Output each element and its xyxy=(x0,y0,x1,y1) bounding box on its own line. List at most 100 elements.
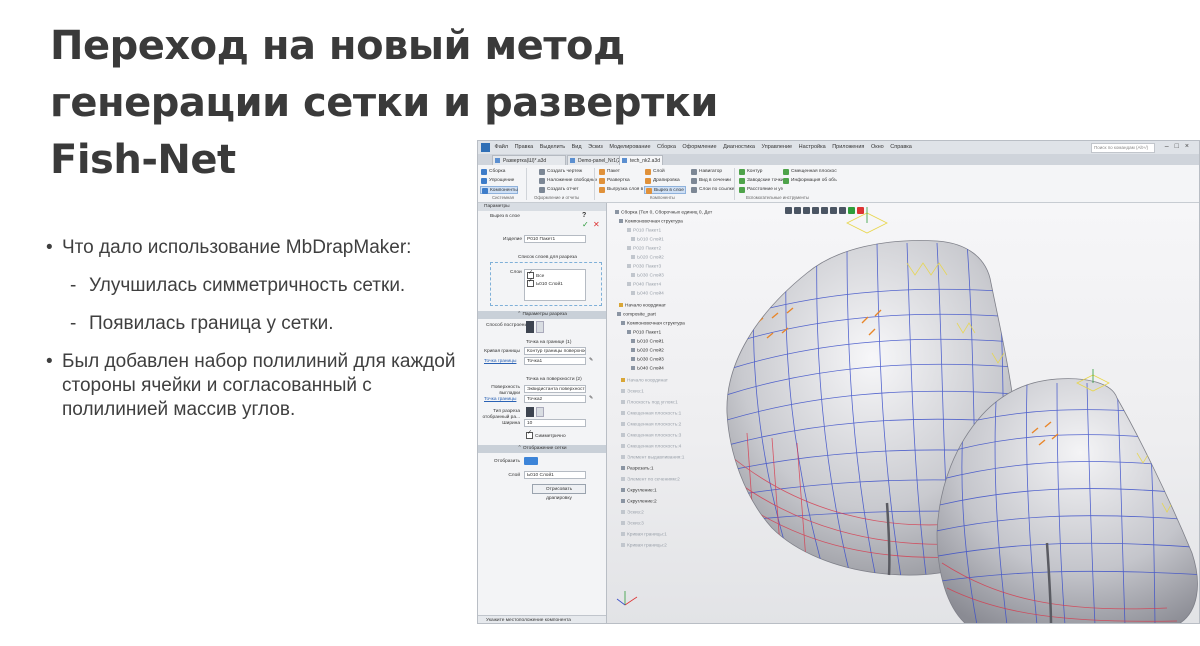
layer-1-option[interactable]: Ь010 Слой1 xyxy=(527,278,563,288)
pan-icon[interactable] xyxy=(803,207,810,214)
tree-item[interactable]: Р030 Пакет3 xyxy=(627,264,661,270)
tree-item[interactable]: Сборка (Тел 0, Сборочных единиц 0, Дет xyxy=(615,210,712,216)
tab-document-1[interactable]: Развертка(Ш)*.a3d xyxy=(492,155,566,165)
cancel-x-icon[interactable]: ✕ xyxy=(593,221,600,229)
symmetry-checkbox[interactable] xyxy=(526,430,533,439)
ribbon-contour-button[interactable]: Контур xyxy=(738,168,762,176)
zoom-icon[interactable] xyxy=(794,207,801,214)
window-controls[interactable]: –□× xyxy=(1165,143,1195,151)
ribbon-layer-button[interactable]: Слой xyxy=(644,168,665,176)
ribbon-section-view-button[interactable]: Вид в сечении xyxy=(690,177,731,185)
ribbon-assembly-button[interactable]: Сборка xyxy=(480,168,505,176)
tree-item[interactable]: Элемент по сечениям:2 xyxy=(621,477,680,483)
tree-item[interactable]: Ь030 Слой3 xyxy=(631,273,664,279)
tree-item[interactable]: Начало координат xyxy=(619,303,666,309)
ribbon-navigator-button[interactable]: Навигатор xyxy=(690,168,722,176)
cut-type-option-1-icon[interactable] xyxy=(526,407,534,417)
symmetry-option[interactable]: Симметрично xyxy=(526,430,566,440)
menu-item-manage[interactable]: Управление xyxy=(762,141,793,154)
section-icon[interactable] xyxy=(830,207,837,214)
menu-item-modeling[interactable]: Моделирование xyxy=(609,141,650,154)
curve-field[interactable]: Контур границы поверхности xyxy=(524,347,586,355)
tab-document-2[interactable]: Demo-panel_Nr1(2)... xyxy=(567,155,627,165)
ribbon-object-info-button[interactable]: Информация об объекте xyxy=(782,177,837,185)
ribbon-components-button[interactable]: Компоненты xyxy=(480,186,518,194)
rotate-icon[interactable] xyxy=(812,207,819,214)
ribbon-layers-by-link-button[interactable]: Слои по ссылке xyxy=(690,186,734,194)
tree-item[interactable]: Эскиз:3 xyxy=(621,521,644,527)
help-icon[interactable]: ? xyxy=(582,212,586,219)
redraw-draping-button[interactable]: Отрисовать драпировку xyxy=(532,484,586,501)
tree-item[interactable]: Начало координат xyxy=(621,378,668,384)
ribbon-distance-angle-button[interactable]: Расстояние и угол xyxy=(738,186,783,194)
tree-item[interactable]: Скругление:2 xyxy=(621,499,657,505)
menu-item-sketch[interactable]: Эскиз xyxy=(588,141,603,154)
menu-item-assembly[interactable]: Сборка xyxy=(657,141,676,154)
menu-item-settings[interactable]: Настройка xyxy=(799,141,826,154)
method-option-2-icon[interactable] xyxy=(536,321,544,333)
ribbon-offset-plane-button[interactable]: Смещенная плоскость xyxy=(782,168,837,176)
ribbon-overlay-button[interactable]: Наложение свободных к... xyxy=(538,177,597,185)
surface-field[interactable]: Эквидистанта поверхности xyxy=(524,385,586,393)
tree-item[interactable]: Компоновочная структура xyxy=(621,321,685,327)
show-mesh-toggle[interactable] xyxy=(524,457,538,465)
tree-item[interactable]: Смещенная плоскость:3 xyxy=(621,433,681,439)
ribbon-simplify-button[interactable]: Упрощение xyxy=(480,177,514,185)
tree-item[interactable]: Р010 Пакет1 xyxy=(627,228,661,234)
menu-item-file[interactable]: Файл xyxy=(495,141,509,154)
menu-item-apps[interactable]: Приложения xyxy=(832,141,864,154)
width-input[interactable]: 10 xyxy=(524,419,586,427)
tree-item[interactable]: Элемент выдавливания:1 xyxy=(621,455,684,461)
boundary-point-link-2[interactable]: Точка границы xyxy=(484,397,516,403)
tree-item[interactable]: Ь010 Слой1 xyxy=(631,339,664,345)
tree-item[interactable]: Р020 Пакет2 xyxy=(627,246,661,252)
tree-item[interactable]: Разрезать:1 xyxy=(621,466,654,472)
tree-item[interactable]: Смещенная плоскость:2 xyxy=(621,422,681,428)
tree-item[interactable]: Эскиз:2 xyxy=(621,510,644,516)
tree-item[interactable]: Смещенная плоскость:1 xyxy=(621,411,681,417)
display-section[interactable]: ⌃ Отображение сетки xyxy=(478,445,606,453)
ribbon-flatten-button[interactable]: Развертка xyxy=(598,177,630,185)
view-orient-icon[interactable] xyxy=(785,207,792,214)
tree-item[interactable]: Ь030 Слой3 xyxy=(631,357,664,363)
tree-item[interactable]: Ь040 Слой4 xyxy=(631,291,664,297)
filter-icon[interactable] xyxy=(839,207,846,214)
tree-item[interactable]: Смещенная плоскость:4 xyxy=(621,444,681,450)
tree-item[interactable]: Р040 Пакет4 xyxy=(627,282,661,288)
tab-document-3[interactable]: tech_nk2.a3d xyxy=(619,155,663,165)
tree-item[interactable]: Р010 Пакет1 xyxy=(627,330,661,336)
tree-item[interactable]: Плоскость под углом:1 xyxy=(621,400,678,406)
menu-item-select[interactable]: Выделить xyxy=(540,141,565,154)
method-option-1-icon[interactable] xyxy=(526,321,534,333)
command-search-input[interactable]: Поиск по командам (Alt+/) xyxy=(1091,143,1155,153)
close-icon[interactable] xyxy=(857,207,864,214)
menu-item-edit[interactable]: Правка xyxy=(515,141,534,154)
tree-item[interactable]: Ь040 Слой4 xyxy=(631,366,664,372)
menu-item-diagnostics[interactable]: Диагностика xyxy=(723,141,755,154)
point1-field[interactable]: Точка1 xyxy=(524,357,586,365)
ribbon-draping-button[interactable]: Драпировка xyxy=(644,177,680,185)
izdelie-select[interactable]: Р010 Пакет1 xyxy=(524,235,586,243)
tree-item[interactable]: Скругление:1 xyxy=(621,488,657,494)
tree-item[interactable]: Ь020 Слой2 xyxy=(631,348,664,354)
pencil-icon[interactable]: ✎ xyxy=(589,396,593,402)
layers-list[interactable]: Все Ь010 Слой1 xyxy=(524,269,586,301)
boundary-point-link-1[interactable]: Точка границы xyxy=(484,359,516,365)
tree-item[interactable]: Эскиз:1 xyxy=(621,389,644,395)
tree-item[interactable]: Кривая границы:1 xyxy=(621,532,667,538)
menu-item-help[interactable]: Справка xyxy=(890,141,912,154)
menu-item-drawing[interactable]: Оформление xyxy=(682,141,716,154)
tree-item[interactable]: Кривая границы:2 xyxy=(621,543,667,549)
menu-item-window[interactable]: Окно xyxy=(871,141,884,154)
ribbon-create-report-button[interactable]: Создать отчет xyxy=(538,186,579,194)
layer-1-checkbox[interactable] xyxy=(527,278,534,287)
ribbon-factory-points-button[interactable]: Заводские точки xyxy=(738,177,783,185)
ribbon-create-drawing-button[interactable]: Создать чертеж xyxy=(538,168,582,176)
apply-check-icon[interactable]: ✓ xyxy=(582,221,589,229)
point2-field[interactable]: Точка2 xyxy=(524,395,586,403)
ribbon-cut-in-layer-button[interactable]: Вырез в слое xyxy=(644,186,686,194)
cut-params-section[interactable]: ⌃ Параметры разреза xyxy=(478,311,606,319)
ribbon-package-button[interactable]: Пакет xyxy=(598,168,620,176)
cut-type-option-2-icon[interactable] xyxy=(536,407,544,417)
menu-item-view[interactable]: Вид xyxy=(572,141,582,154)
